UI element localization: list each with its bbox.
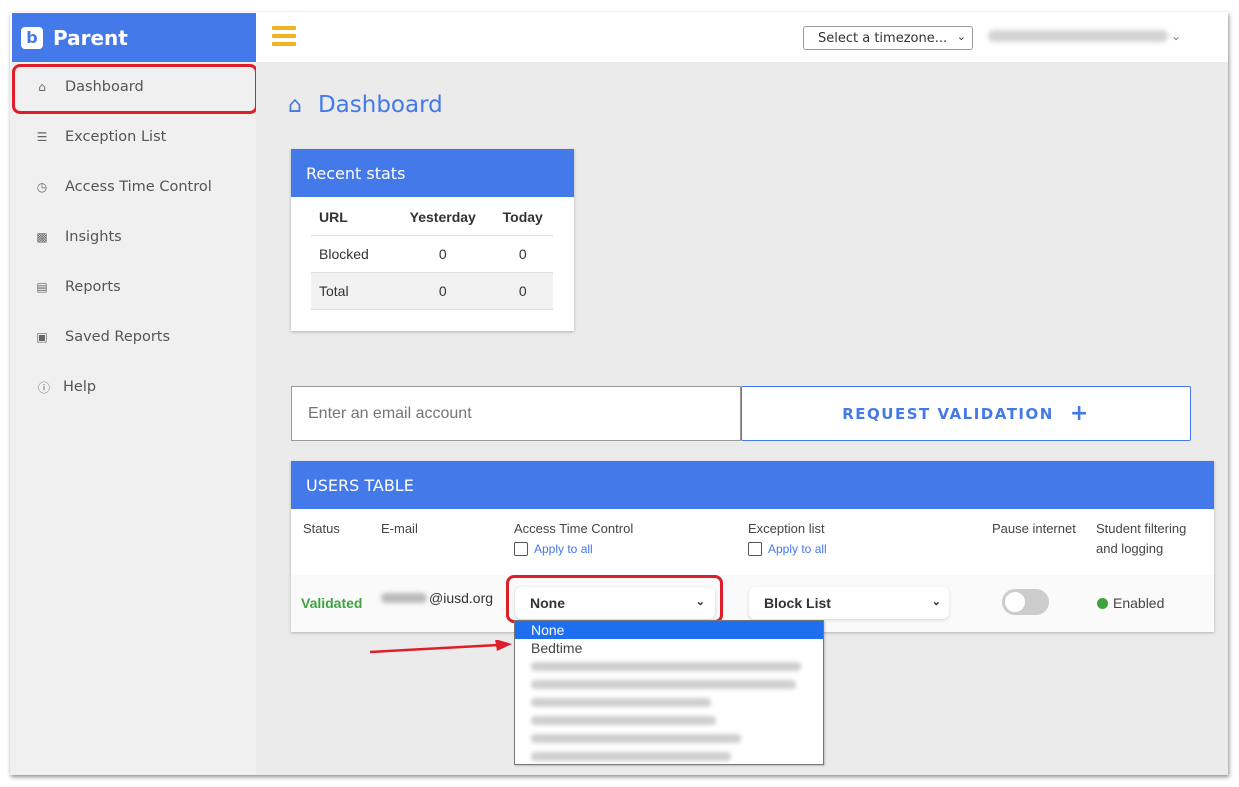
- hamburger-menu-icon[interactable]: [272, 26, 296, 46]
- column-header: Yesterday: [393, 199, 493, 236]
- recent-stats-table: URL Yesterday Today Blocked 0 0 Total 0 …: [311, 199, 553, 310]
- table-cell: 0: [393, 272, 493, 310]
- chevron-down-icon: ⌄: [956, 30, 966, 43]
- recent-stats-title: Recent stats: [291, 149, 574, 197]
- sidebar-item-label: Exception List: [65, 129, 167, 145]
- exception-list-value: Block List: [764, 595, 831, 611]
- filtering-status-label: Enabled: [1113, 595, 1165, 611]
- brand-name: Parent: [53, 25, 128, 50]
- saved-document-icon: ▣: [36, 330, 48, 344]
- dashboard-highlight-box: [12, 64, 258, 114]
- dropdown-option-redacted[interactable]: [515, 675, 823, 693]
- sidebar-item-insights[interactable]: ▩ Insights: [34, 225, 122, 249]
- column-header: Today: [492, 199, 553, 236]
- user-email-domain: @iusd.org: [429, 590, 494, 606]
- question-circle-icon: ⓘ: [37, 380, 50, 395]
- status-dot-icon: [1097, 597, 1108, 609]
- timezone-select-value: Select a timezone...: [818, 30, 948, 46]
- list-icon: ☰: [36, 130, 48, 144]
- dropdown-option-redacted[interactable]: [515, 711, 823, 729]
- table-row: Total 0 0: [311, 272, 553, 310]
- email-account-input[interactable]: [291, 386, 741, 441]
- column-header-student-filtering: Student filtering and logging: [1096, 521, 1187, 556]
- sidebar-item-access-time-control[interactable]: ◷ Access Time Control: [34, 175, 212, 199]
- chevron-down-icon: ⌄: [931, 596, 941, 608]
- dropdown-option-none[interactable]: None: [515, 621, 823, 639]
- brand-header[interactable]: b Parent: [12, 13, 256, 62]
- table-cell: Blocked: [311, 235, 393, 273]
- sidebar-item-reports[interactable]: ▤ Reports: [34, 275, 121, 299]
- sidebar-item-label: Saved Reports: [65, 329, 171, 345]
- plus-icon: +: [1069, 401, 1090, 426]
- column-header-pause-internet: Pause internet: [992, 521, 1076, 536]
- chevron-down-icon[interactable]: ⌄: [1171, 29, 1181, 43]
- apply-to-all-checkbox[interactable]: [514, 542, 528, 556]
- apply-to-all-atc[interactable]: Apply to all: [514, 539, 633, 559]
- request-validation-label: REQUEST VALIDATION: [842, 404, 1054, 423]
- dropdown-option-redacted[interactable]: [515, 729, 823, 747]
- column-header-access-time-control: Access Time Control Apply to all: [514, 519, 633, 559]
- sidebar-item-exception-list[interactable]: ☰ Exception List: [34, 125, 167, 149]
- dropdown-option-bedtime[interactable]: Bedtime: [515, 639, 823, 657]
- timezone-select[interactable]: Select a timezone... ⌄: [803, 26, 973, 50]
- dropdown-option-redacted[interactable]: [515, 657, 823, 675]
- apply-to-all-label: Apply to all: [768, 542, 827, 556]
- access-time-control-dropdown: None Bedtime: [514, 620, 824, 765]
- sidebar-item-label: Access Time Control: [65, 179, 212, 195]
- pause-internet-toggle[interactable]: [1002, 589, 1049, 615]
- red-arrow-icon: [369, 640, 512, 654]
- bar-chart-icon: ▩: [36, 230, 48, 244]
- table-cell: 0: [492, 235, 553, 273]
- home-icon: ⌂: [288, 92, 302, 118]
- column-header-label: Exception list: [748, 521, 825, 536]
- sidebar-item-help[interactable]: ⓘ Help: [36, 375, 96, 399]
- top-bar: Select a timezone... ⌄ ⌄: [256, 12, 1228, 62]
- recent-stats-card: Recent stats URL Yesterday Today Blocked…: [291, 149, 574, 331]
- column-header-email: E-mail: [381, 521, 418, 536]
- dropdown-option-redacted[interactable]: [515, 693, 823, 711]
- status-badge: Validated: [301, 595, 363, 611]
- table-cell: 0: [393, 235, 493, 273]
- filtering-status: Enabled: [1097, 595, 1164, 611]
- users-table-card: USERS TABLE Status E-mail Access Time Co…: [291, 461, 1214, 632]
- dropdown-option-redacted[interactable]: [515, 747, 823, 765]
- table-row: Blocked 0 0: [311, 235, 553, 273]
- sidebar-item-label: Insights: [65, 229, 122, 245]
- table-cell: 0: [492, 272, 553, 310]
- apply-to-all-label: Apply to all: [534, 542, 593, 556]
- sidebar-item-label: Help: [63, 379, 97, 395]
- sidebar-item-label: Reports: [65, 279, 121, 295]
- column-header: URL: [311, 199, 393, 236]
- sidebar: ⌂ Dashboard ☰ Exception List ◷ Access Ti…: [10, 62, 256, 775]
- account-menu[interactable]: [988, 30, 1168, 44]
- apply-to-all-checkbox[interactable]: [748, 542, 762, 556]
- column-header-exception-list: Exception list Apply to all: [748, 519, 827, 559]
- user-email: @iusd.org: [381, 590, 493, 606]
- column-header-status: Status: [303, 521, 340, 536]
- exception-list-select[interactable]: Block List ⌄: [749, 587, 949, 619]
- sidebar-item-saved-reports[interactable]: ▣ Saved Reports: [34, 325, 170, 349]
- users-table-title: USERS TABLE: [291, 461, 1214, 509]
- clock-icon: ◷: [36, 180, 48, 194]
- column-header-label: Access Time Control: [514, 521, 634, 536]
- table-cell: Total: [311, 272, 393, 310]
- request-validation-button[interactable]: REQUEST VALIDATION +: [741, 386, 1191, 441]
- page-title-text: Dashboard: [317, 92, 443, 118]
- apply-to-all-exception[interactable]: Apply to all: [748, 539, 827, 559]
- atc-select-highlight-box: [506, 575, 723, 623]
- app-window: b Parent ⌂ Dashboard ☰ Exception List ◷ …: [10, 12, 1228, 775]
- document-icon: ▤: [36, 280, 48, 294]
- page-title: ⌂ Dashboard: [288, 92, 443, 118]
- brand-logo-icon: b: [21, 26, 43, 49]
